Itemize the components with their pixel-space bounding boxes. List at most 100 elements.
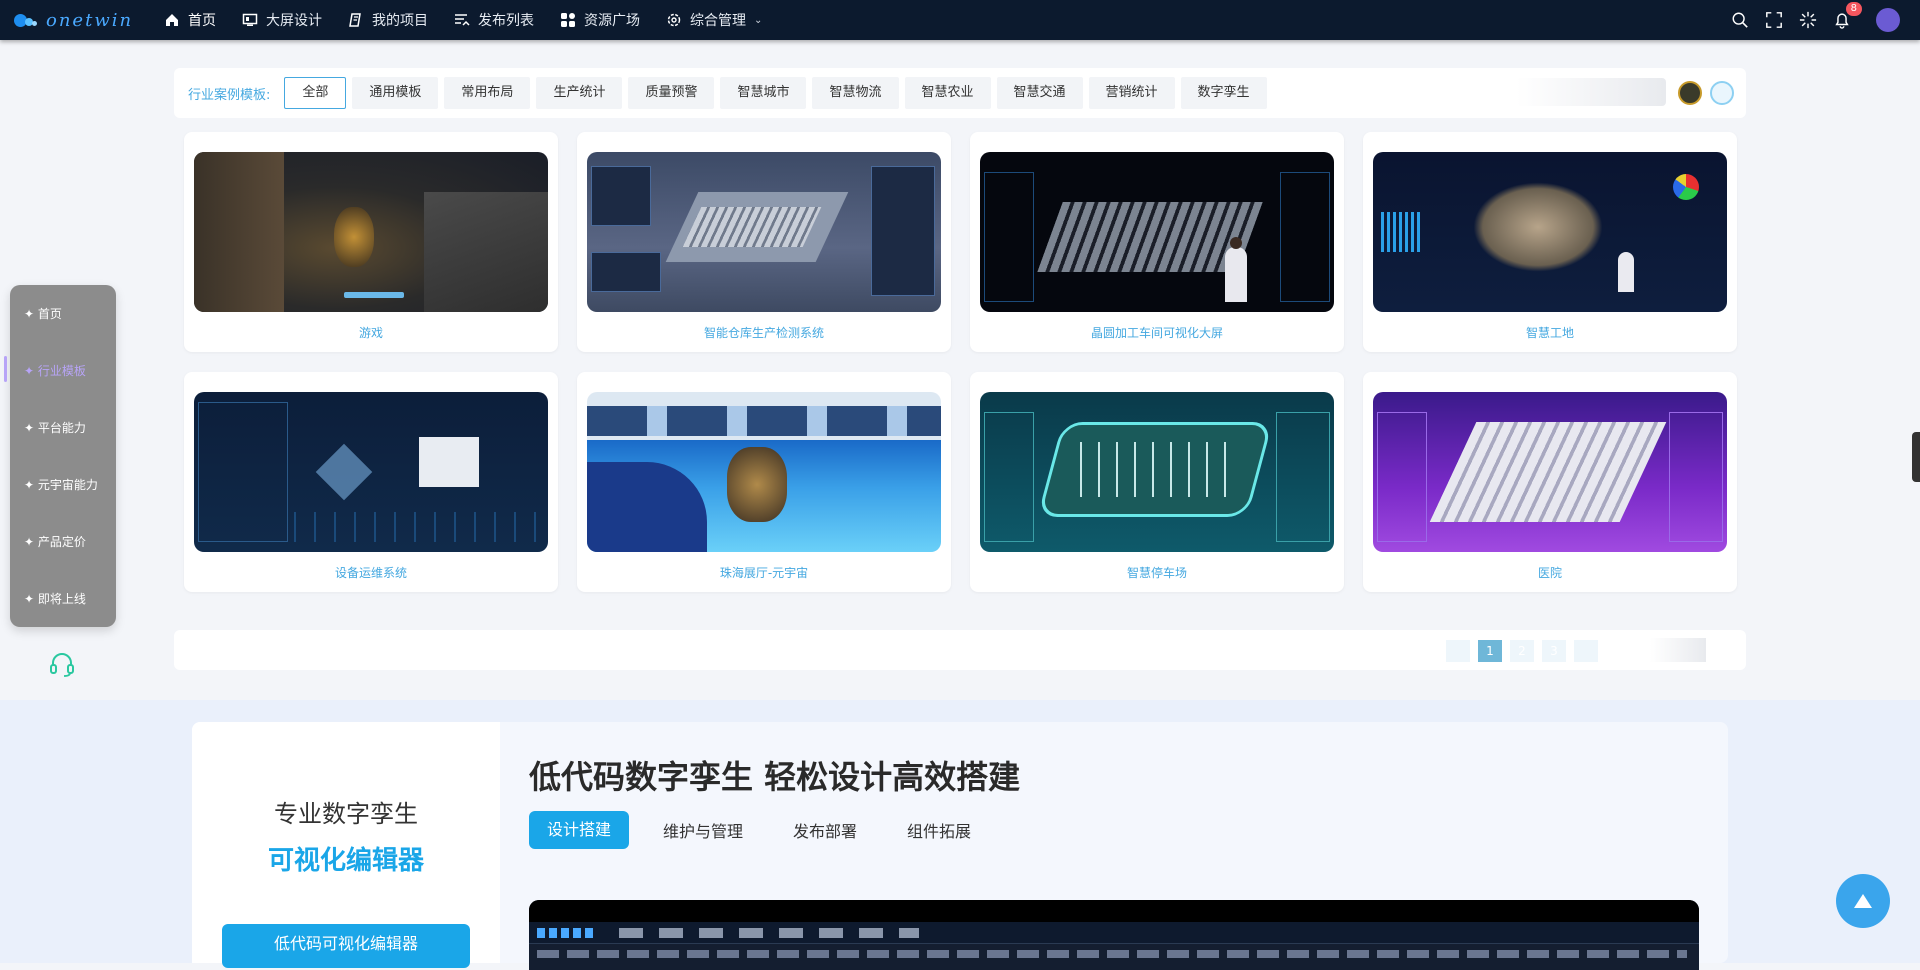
side-menu-label: 首页: [37, 307, 62, 321]
template-card[interactable]: 医院: [1363, 372, 1737, 592]
intro-title: 可视化编辑器: [267, 846, 424, 876]
nav-label: 资源广场: [584, 13, 640, 29]
editor-intro-section: 专业数字孪生 可视化编辑器 低代码可视化编辑器 低代码数字孪生 轻松设计高效搭建…: [0, 700, 1920, 970]
logo[interactable]: onetwin: [14, 10, 164, 31]
template-card[interactable]: 晶圆加工车间可视化大屏: [970, 132, 1344, 352]
template-card[interactable]: 智能仓库生产检测系统: [577, 132, 951, 352]
nav-item-management[interactable]: 综合管理 ⌄: [666, 0, 762, 40]
side-menu-label: 平台能力: [37, 421, 86, 435]
template-card[interactable]: 智慧停车场: [970, 372, 1344, 592]
category-chip[interactable]: 智慧农业: [904, 77, 991, 109]
nav-label: 综合管理: [690, 13, 746, 29]
side-drawer-handle[interactable]: [1912, 432, 1920, 482]
bell-icon[interactable]: 8: [1832, 2, 1862, 30]
category-chip[interactable]: 智慧交通: [996, 77, 1083, 109]
filter-label: 行业案例模板:: [188, 87, 271, 103]
monitor-icon: [242, 12, 258, 28]
fullscreen-icon[interactable]: [1764, 10, 1784, 30]
tab-design-build[interactable]: 设计搭建: [529, 811, 630, 849]
nav-item-screen-design[interactable]: 大屏设计: [242, 0, 322, 40]
tab-deploy[interactable]: 发布部署: [793, 818, 857, 842]
search-icon[interactable]: [1710, 81, 1734, 105]
tab-component-extend[interactable]: 组件拓展: [907, 818, 971, 842]
template-thumbnail: [1373, 392, 1727, 552]
template-gallery: 行业案例模板: 全部 通用模板 常用布局 生产统计 质量预警 智慧城市 智慧物流…: [0, 40, 1920, 700]
avatar[interactable]: [1876, 8, 1900, 32]
template-card[interactable]: 珠海展厅-元宇宙: [577, 372, 951, 592]
side-menu-item-pricing[interactable]: ✦ 产品定价: [24, 533, 86, 550]
gear-icon: [666, 12, 682, 28]
nav-item-my-projects[interactable]: 我的项目: [348, 0, 428, 40]
chevron-down-icon: ⌄: [754, 14, 763, 26]
template-thumbnail: [194, 392, 548, 552]
next-page-button[interactable]: [1574, 640, 1598, 662]
side-menu-item-industry-templates[interactable]: ✦ 行业模板: [24, 362, 86, 379]
side-menu-item-coming-soon[interactable]: ✦ 即将上线: [24, 590, 86, 607]
page-button[interactable]: 3: [1542, 640, 1566, 662]
grid-icon: [560, 12, 576, 28]
category-chip[interactable]: 智慧物流: [812, 77, 899, 109]
template-thumbnail: [194, 152, 548, 312]
side-menu-item-platform[interactable]: ✦ 平台能力: [24, 419, 86, 436]
editor-intro-left: 专业数字孪生 可视化编辑器 低代码可视化编辑器: [192, 722, 500, 968]
side-menu-item-home[interactable]: ✦ 首页: [24, 305, 62, 322]
template-card[interactable]: 设备运维系统: [184, 372, 558, 592]
template-thumbnail: [980, 152, 1334, 312]
nav-item-publish-list[interactable]: 发布列表: [454, 0, 534, 40]
hero-title: 低代码数字孪生 轻松设计高效搭建: [529, 758, 1021, 796]
side-menu-label: 产品定价: [37, 535, 86, 549]
category-chip[interactable]: 通用模板: [352, 77, 439, 109]
side-menu-label: 即将上线: [37, 592, 86, 606]
refresh-icon[interactable]: [1678, 81, 1702, 105]
editor-intro-panel: 专业数字孪生 可视化编辑器 低代码可视化编辑器 低代码数字孪生 轻松设计高效搭建…: [192, 722, 1728, 970]
home-icon: [164, 12, 180, 28]
theme-burst-icon[interactable]: [1798, 10, 1818, 30]
side-menu-item-metaverse[interactable]: ✦ 元宇宙能力: [24, 476, 98, 493]
notification-badge: 8: [1845, 2, 1862, 16]
category-chip[interactable]: 生产统计: [536, 77, 623, 109]
nav-item-home[interactable]: 首页: [164, 0, 216, 40]
project-icon: [348, 12, 364, 28]
floating-side-menu: ✦ 首页 ✦ 行业模板 ✦ 平台能力 ✦ 元宇宙能力 ✦ 产品定价 ✦ 即将上线: [4, 285, 116, 627]
nav-label: 我的项目: [372, 13, 428, 29]
category-chip-all[interactable]: 全部: [284, 77, 347, 109]
tab-maintenance[interactable]: 维护与管理: [663, 818, 743, 842]
scroll-to-top-button[interactable]: [1836, 874, 1890, 928]
open-editor-button[interactable]: 低代码可视化编辑器: [222, 924, 470, 968]
headset-support-icon[interactable]: [48, 650, 76, 678]
template-card[interactable]: 游戏: [184, 132, 558, 352]
page-jump-input[interactable]: [1650, 638, 1706, 662]
nav-item-resource-plaza[interactable]: 资源广场: [560, 0, 640, 40]
side-menu-active-indicator: [4, 356, 7, 382]
side-menu-label: 行业模板: [37, 364, 86, 378]
category-chip[interactable]: 质量预警: [628, 77, 715, 109]
template-card-title: 游戏: [358, 326, 383, 340]
template-thumbnail: [980, 392, 1334, 552]
template-card-title: 智慧工地: [1525, 326, 1574, 340]
intro-subtitle: 专业数字孪生: [274, 800, 418, 828]
template-card-title: 智慧停车场: [1126, 566, 1187, 580]
nav-label: 首页: [188, 13, 216, 29]
page-button-current[interactable]: 1: [1478, 640, 1502, 662]
template-card-title: 珠海展厅-元宇宙: [719, 566, 809, 580]
feature-tabs: 设计搭建 维护与管理 发布部署 组件拓展: [529, 811, 1021, 849]
template-search-input[interactable]: [1516, 78, 1666, 106]
top-navbar: onetwin 首页 大屏设计 我的项目 发布列表 资源广场 综合管理 ⌄ 8: [0, 0, 1920, 40]
category-chip[interactable]: 数字孪生: [1180, 77, 1267, 109]
prev-page-button[interactable]: [1446, 640, 1470, 662]
category-chip[interactable]: 营销统计: [1088, 77, 1175, 109]
pagination: 1 2 3: [174, 630, 1746, 670]
nav-label: 发布列表: [478, 13, 534, 29]
template-card[interactable]: 智慧工地: [1363, 132, 1737, 352]
category-filter-bar: 行业案例模板: 全部 通用模板 常用布局 生产统计 质量预警 智慧城市 智慧物流…: [174, 68, 1746, 118]
category-chip[interactable]: 常用布局: [444, 77, 531, 109]
category-chip[interactable]: 智慧城市: [720, 77, 807, 109]
logo-mark-icon: [14, 10, 42, 30]
side-menu-label: 元宇宙能力: [37, 478, 98, 492]
template-thumbnail: [587, 392, 941, 552]
arrow-up-icon: [1854, 894, 1872, 908]
search-icon[interactable]: [1730, 10, 1750, 30]
editor-preview-image: [529, 900, 1699, 970]
publish-list-icon: [454, 12, 470, 28]
page-button[interactable]: 2: [1510, 640, 1534, 662]
